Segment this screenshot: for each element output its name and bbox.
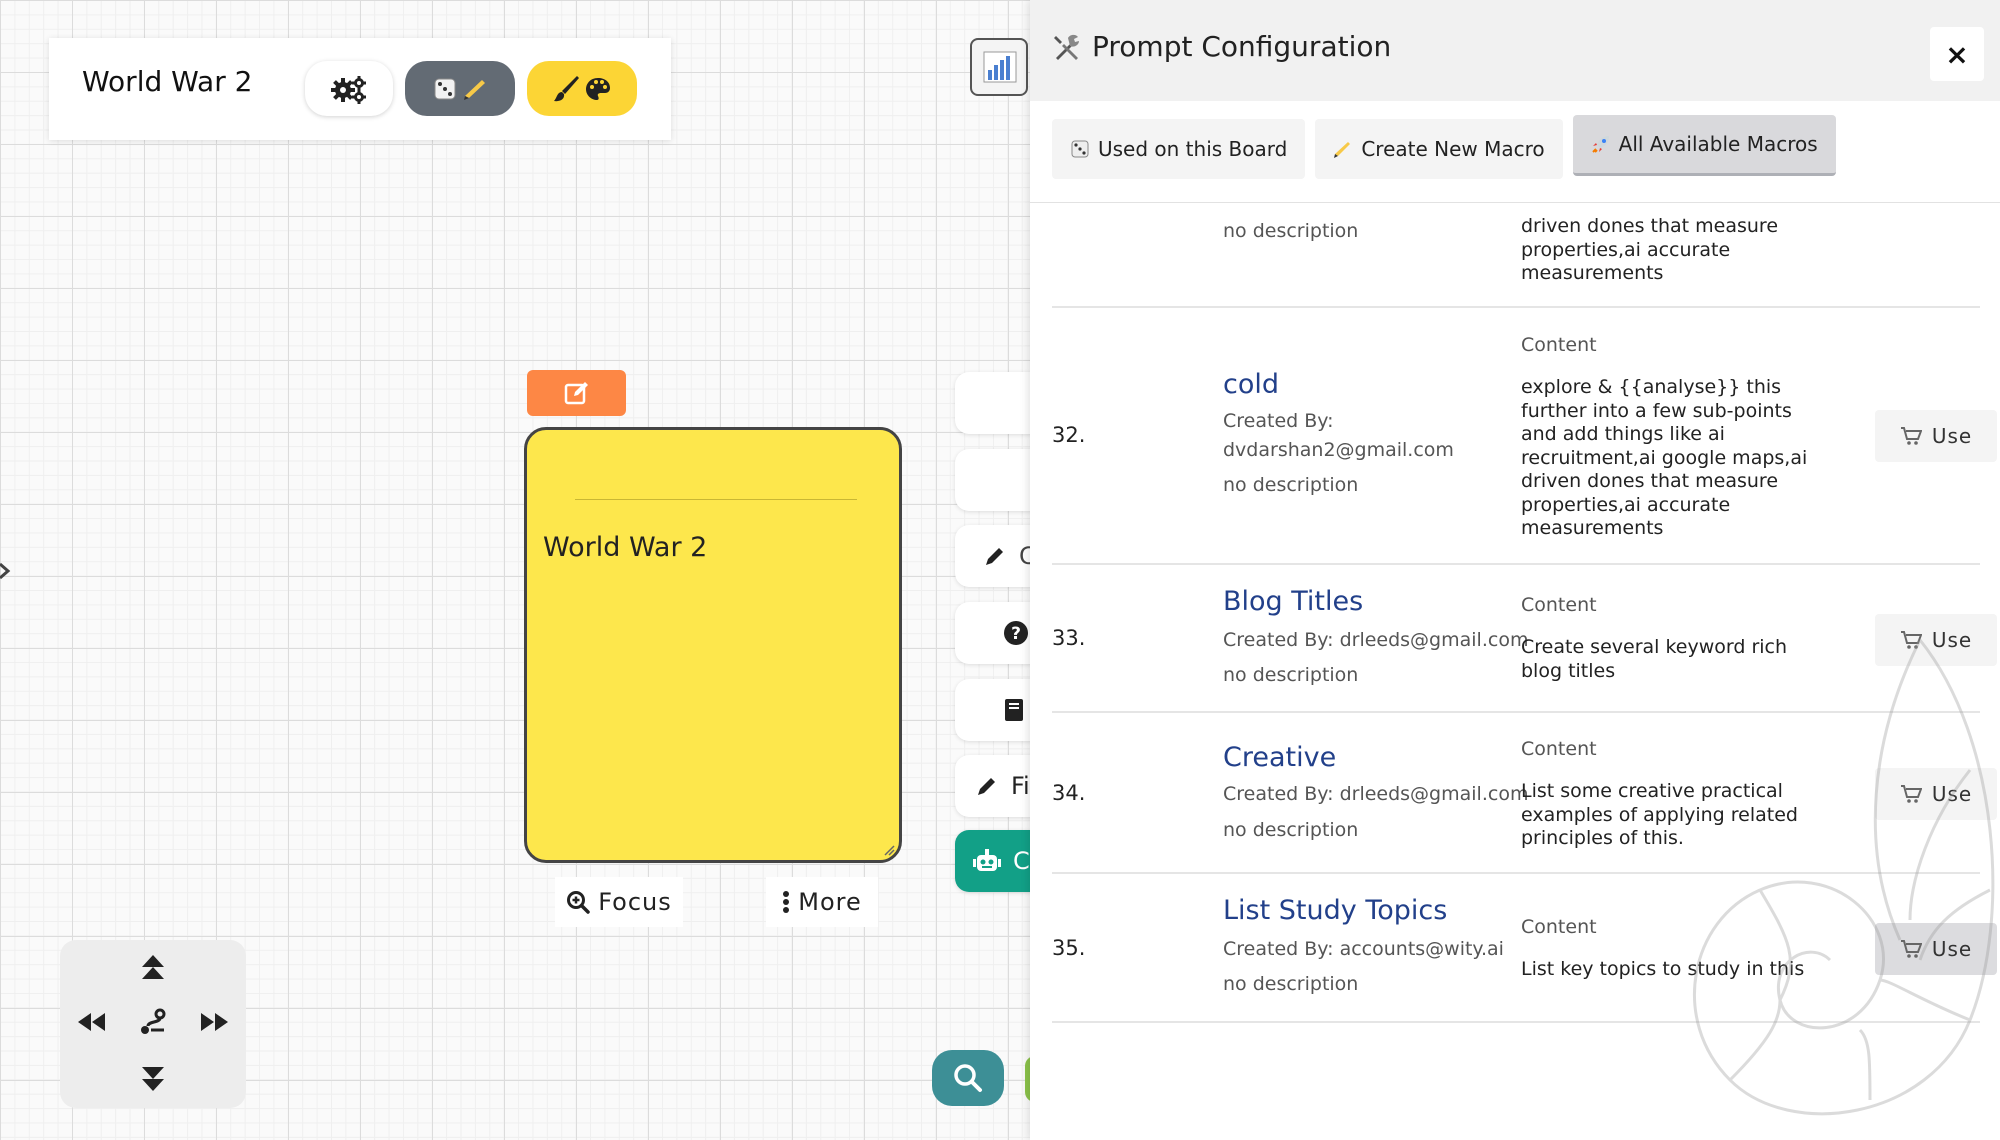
search-button[interactable] — [932, 1050, 1004, 1106]
side-tool-fill-label: Fi — [1011, 772, 1030, 800]
robot-icon — [973, 849, 1001, 871]
tab-all-available-macros[interactable]: All Available Macros — [1572, 115, 1836, 176]
move-down-icon[interactable] — [133, 1058, 173, 1098]
macro-created-by: dvdarshan2@gmail.com — [1223, 439, 1454, 461]
search-icon — [954, 1064, 982, 1092]
macro-number: 32. — [1052, 423, 1086, 447]
board-settings-button[interactable] — [305, 61, 393, 116]
panel-title-text: Prompt Configuration — [1092, 30, 1392, 63]
theme-button[interactable] — [527, 61, 637, 116]
tab-used-on-board[interactable]: Used on this Board — [1052, 119, 1306, 179]
board-toolbar: World War 2 — [49, 38, 671, 140]
svg-text:?: ? — [1011, 624, 1021, 644]
more-button[interactable]: More — [766, 877, 878, 927]
gears-icon — [331, 75, 366, 104]
expand-left-panel-icon[interactable] — [0, 560, 12, 582]
tools-icon — [1054, 34, 1079, 60]
board-title: World War 2 — [82, 65, 253, 98]
macro-row: 32. cold Created By: dvdarshan2@gmail.co… — [1052, 309, 1997, 565]
macro-description: no description — [1223, 819, 1359, 841]
macro-created-by: Created By: drleeds@gmail.com — [1223, 783, 1529, 805]
macro-created-by: Created By: drleeds@gmail.com — [1223, 629, 1529, 651]
panel-header: Prompt Configuration × — [1030, 0, 2000, 101]
move-left-icon[interactable] — [72, 1002, 112, 1042]
focus-button[interactable]: Focus — [555, 877, 683, 927]
macro-created-by: Created By: accounts@wity.ai — [1223, 938, 1504, 960]
nautilus-watermark-icon — [1692, 639, 1995, 1116]
vertical-dots-icon — [783, 891, 790, 913]
content-label: Content — [1521, 594, 1597, 616]
question-circle-icon: ? — [1004, 621, 1028, 645]
macro-created-by-label: Created By: — [1223, 410, 1334, 432]
macro-description: no description — [1223, 220, 1359, 242]
rocket-icon — [1591, 136, 1609, 153]
note-divider — [575, 499, 857, 500]
resize-grip-icon[interactable] — [883, 844, 895, 856]
prompt-configuration-panel: Prompt Configuration × Used on this Boar… — [1030, 0, 2000, 1140]
paintbrush-icon — [554, 75, 579, 101]
pencil-icon — [978, 778, 995, 795]
cart-icon — [1900, 427, 1922, 445]
tab-label: All Available Macros — [1618, 132, 1818, 156]
book-icon — [1005, 699, 1023, 721]
focus-label: Focus — [598, 888, 672, 916]
edit-note-button[interactable] — [527, 370, 626, 416]
zoom-in-icon — [567, 891, 590, 914]
writing-hand-icon — [1334, 142, 1351, 158]
macro-name[interactable]: List Study Topics — [1223, 895, 1447, 926]
navigation-pad — [60, 940, 246, 1108]
macro-row-partial: no description driven dones that measure… — [1052, 203, 1980, 308]
more-label: More — [798, 888, 862, 916]
stats-button[interactable] — [970, 38, 1028, 96]
macro-name[interactable]: Blog Titles — [1223, 586, 1363, 617]
macro-content: driven dones that measure properties,ai … — [1521, 215, 1779, 284]
writing-hand-icon — [464, 79, 485, 100]
bar-chart-icon — [983, 51, 1017, 83]
macros-button[interactable] — [405, 61, 515, 116]
panel-title: Prompt Configuration — [1052, 30, 1391, 63]
dice-icon — [1071, 140, 1089, 158]
ai-bot-label: C — [1013, 847, 1030, 875]
edit-icon — [564, 382, 588, 405]
dice-icon — [434, 78, 456, 99]
tab-label: Create New Macro — [1361, 137, 1545, 161]
macro-number: 33. — [1052, 626, 1086, 650]
pencil-icon — [986, 548, 1003, 565]
macro-description: no description — [1223, 664, 1359, 686]
recenter-route-icon[interactable] — [133, 1002, 173, 1042]
content-label: Content — [1521, 334, 1597, 356]
macro-name[interactable]: cold — [1223, 369, 1279, 400]
tab-label: Used on this Board — [1098, 137, 1288, 161]
palette-icon — [586, 77, 610, 100]
macro-name[interactable]: Creative — [1223, 742, 1336, 773]
move-up-icon[interactable] — [133, 948, 173, 988]
note-text: World War 2 — [543, 532, 708, 563]
tab-create-new-macro[interactable]: Create New Macro — [1315, 119, 1563, 179]
close-button[interactable]: × — [1930, 27, 1984, 81]
use-macro-button[interactable]: Use — [1875, 410, 1997, 462]
macro-description: no description — [1223, 973, 1359, 995]
content-label: Content — [1521, 738, 1597, 760]
move-right-icon[interactable] — [194, 1002, 234, 1042]
macro-number: 34. — [1052, 781, 1086, 805]
macro-tabs: Used on this Board Create New Macro All … — [1052, 115, 1836, 181]
macro-number: 35. — [1052, 936, 1086, 960]
macro-content: explore & {{analyse}} this further into … — [1521, 376, 1808, 539]
macro-description: no description — [1223, 474, 1359, 496]
sticky-note[interactable]: World War 2 — [524, 427, 902, 863]
use-label: Use — [1931, 424, 1973, 448]
content-label: Content — [1521, 916, 1597, 938]
